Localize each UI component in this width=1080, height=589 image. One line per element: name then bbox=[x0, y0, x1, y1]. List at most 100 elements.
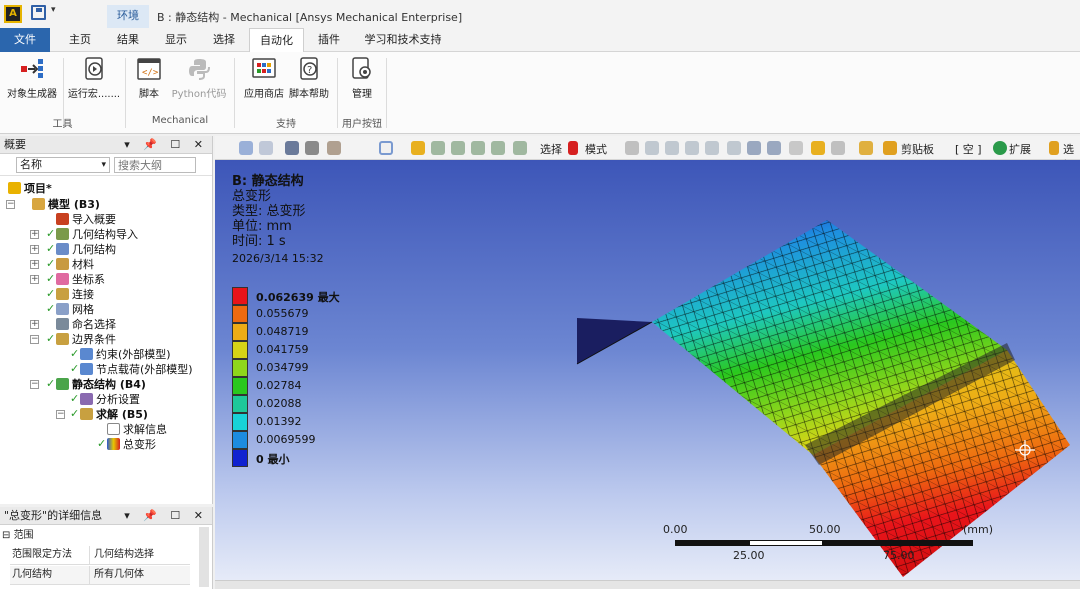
extend-icon[interactable] bbox=[993, 141, 1007, 155]
select-label[interactable]: 选择 bbox=[540, 141, 562, 157]
box-zoom-icon[interactable] bbox=[451, 141, 465, 155]
label-icon[interactable] bbox=[811, 141, 825, 155]
annotation-icon[interactable] bbox=[831, 141, 845, 155]
edge-select-icon[interactable] bbox=[645, 141, 659, 155]
zoom-out-icon[interactable] bbox=[259, 141, 273, 155]
selection-tools-icon[interactable] bbox=[1049, 141, 1059, 155]
extend-dropdown[interactable]: 扩展 bbox=[1009, 141, 1031, 157]
outline-panel: 概要 ▾ 📌 ☐ ✕ 名称 项目* − 模型 (B3) 导入概要 + ✓ 几何结… bbox=[0, 136, 213, 504]
tree-expander[interactable]: − bbox=[30, 380, 39, 389]
tree-expander[interactable]: − bbox=[6, 200, 15, 209]
tree-node-project[interactable]: 项目* bbox=[8, 181, 52, 196]
shading-icon[interactable] bbox=[327, 141, 341, 155]
search-outline-input[interactable] bbox=[114, 157, 196, 173]
run-macro-button[interactable]: 运行宏....... bbox=[66, 56, 122, 100]
previous-view-icon[interactable] bbox=[513, 141, 527, 155]
wireframe-icon[interactable] bbox=[305, 141, 319, 155]
graphics-viewport[interactable]: B: 静态结构 总变形 类型: 总变形 单位: mm 时间: 1 s 2026/… bbox=[215, 160, 1080, 580]
run-macro-label: 运行宏....... bbox=[67, 89, 121, 100]
details-value: 所有几何体 bbox=[94, 569, 144, 580]
quick-access-dropdown-icon[interactable]: ▾ bbox=[51, 5, 56, 15]
tab-learning-support[interactable]: 学习和技术支持 bbox=[360, 28, 446, 52]
app-store-button[interactable]: 应用商店 bbox=[240, 56, 288, 100]
element-face-select-icon[interactable] bbox=[727, 141, 741, 155]
details-title: "总变形"的详细信息 bbox=[4, 509, 103, 522]
tree-node-named-selections[interactable]: 命名选择 bbox=[56, 317, 116, 332]
ansys-logo-icon[interactable]: A bbox=[4, 5, 22, 23]
script-help-button[interactable]: ? 脚本帮助 bbox=[287, 56, 331, 100]
tree-node-solution[interactable]: 求解 (B5) bbox=[80, 407, 148, 422]
zoom-in-icon[interactable] bbox=[239, 141, 253, 155]
body-select-icon[interactable] bbox=[285, 141, 299, 155]
tab-automation[interactable]: 自动化 bbox=[249, 28, 304, 53]
tab-plugins[interactable]: 插件 bbox=[308, 28, 350, 52]
tab-file[interactable]: 文件 bbox=[0, 28, 50, 52]
details-section-scope[interactable]: ⊟ 范围 bbox=[0, 527, 200, 544]
save-icon[interactable] bbox=[31, 5, 46, 20]
tree-expander[interactable]: + bbox=[30, 320, 39, 329]
face-select-icon[interactable] bbox=[665, 141, 679, 155]
object-generator-button[interactable]: 对象生成器 bbox=[4, 56, 60, 100]
hide-icon[interactable] bbox=[789, 141, 803, 155]
check-icon: ✓ bbox=[46, 227, 56, 240]
tree-expander[interactable]: + bbox=[30, 275, 39, 284]
script-button[interactable]: </> 脚本 bbox=[131, 56, 167, 100]
tree-node-model[interactable]: 模型 (B3) bbox=[32, 197, 100, 212]
geometry-import-icon bbox=[56, 228, 69, 240]
mode-dropdown[interactable]: 模式 bbox=[585, 141, 607, 157]
details-row[interactable]: 范围限定方法 几何结构选择 bbox=[10, 546, 190, 565]
tree-node-import-summary[interactable]: 导入概要 bbox=[56, 212, 116, 227]
tree-node-coordinate-systems[interactable]: 坐标系 bbox=[56, 272, 105, 287]
tree-expander[interactable]: − bbox=[30, 335, 39, 344]
clipboard-icon[interactable] bbox=[883, 141, 897, 155]
context-tab-environment[interactable]: 环境 bbox=[107, 5, 149, 28]
tab-result[interactable]: 结果 bbox=[108, 28, 148, 52]
panel-controls[interactable]: ▾ 📌 ☐ ✕ bbox=[124, 136, 208, 153]
details-row[interactable]: 几何结构 所有几何体 bbox=[10, 566, 190, 585]
tree-expander[interactable]: + bbox=[30, 260, 39, 269]
details-panel: "总变形"的详细信息 ▾ 📌 ☐ ✕ ⊟ 范围 范围限定方法 几何结构选择 几何… bbox=[0, 507, 213, 589]
tree-node-geometry[interactable]: 几何结构 bbox=[56, 242, 116, 257]
tree-node-mesh[interactable]: 网格 bbox=[56, 302, 94, 317]
python-code-button[interactable]: Python代码 bbox=[168, 56, 230, 100]
extend-select-icon[interactable] bbox=[767, 141, 781, 155]
vertex-select-icon[interactable] bbox=[625, 141, 639, 155]
rotate-icon[interactable] bbox=[379, 141, 393, 155]
tree-node-geometry-import[interactable]: 几何结构导入 bbox=[56, 227, 138, 242]
tree-node-materials[interactable]: 材料 bbox=[56, 257, 94, 272]
tree-node-boundary-conditions[interactable]: 边界条件 bbox=[56, 332, 116, 347]
panel-controls[interactable]: ▾ 📌 ☐ ✕ bbox=[124, 507, 208, 524]
select-mode-icon[interactable] bbox=[568, 141, 578, 155]
chart-icon[interactable] bbox=[859, 141, 873, 155]
tree-expander[interactable]: + bbox=[30, 230, 39, 239]
tree-node-solution-information[interactable]: 求解信息 bbox=[107, 422, 167, 437]
tree-node-analysis-settings[interactable]: 分析设置 bbox=[80, 392, 140, 407]
name-filter-select[interactable]: 名称 bbox=[16, 157, 110, 173]
tree-node-constraint-external[interactable]: 约束(外部模型) bbox=[80, 347, 171, 362]
zoom-icon[interactable] bbox=[431, 141, 445, 155]
tree-expander[interactable]: − bbox=[56, 410, 65, 419]
tab-display[interactable]: 显示 bbox=[156, 28, 196, 52]
node-select-icon[interactable] bbox=[705, 141, 719, 155]
tree-node-total-deformation[interactable]: 总变形 bbox=[107, 437, 156, 452]
nodal-load-icon bbox=[80, 363, 93, 375]
tree-node-static-structural[interactable]: 静态结构 (B4) bbox=[56, 377, 146, 392]
tree-expander[interactable]: + bbox=[30, 245, 39, 254]
tree-node-nodal-load-external[interactable]: 节点载荷(外部模型) bbox=[80, 362, 193, 377]
app-store-label: 应用商店 bbox=[244, 89, 284, 100]
clipboard-dropdown[interactable]: 剪贴板 bbox=[901, 141, 934, 157]
check-icon: ✓ bbox=[46, 257, 56, 270]
pan-icon[interactable] bbox=[411, 141, 425, 155]
magnifier-icon[interactable] bbox=[491, 141, 505, 155]
scale-tick-75: 75.00 bbox=[883, 549, 915, 562]
tab-selection[interactable]: 选择 bbox=[204, 28, 244, 52]
deformed-model[interactable] bbox=[215, 160, 1080, 580]
details-scrollbar[interactable] bbox=[199, 527, 209, 587]
solution-icon bbox=[80, 408, 93, 420]
manage-button[interactable]: 管理 bbox=[344, 56, 380, 100]
tree-node-connections[interactable]: 连接 bbox=[56, 287, 94, 302]
tab-home[interactable]: 主页 bbox=[60, 28, 100, 52]
body-select-mode-icon[interactable] bbox=[685, 141, 699, 155]
zoom-to-fit-icon[interactable] bbox=[471, 141, 485, 155]
element-select-icon[interactable] bbox=[747, 141, 761, 155]
